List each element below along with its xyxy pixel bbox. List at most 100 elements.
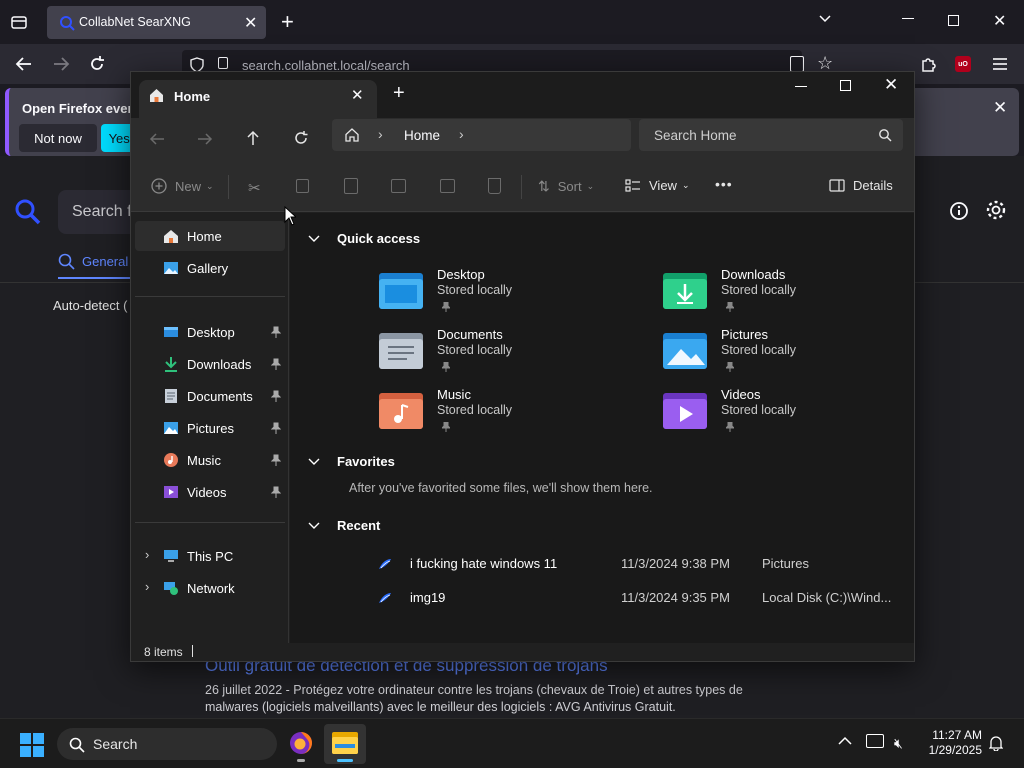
quick-access-desktop[interactable]: Desktop Stored locally [379, 267, 629, 323]
nav-item-this-pc[interactable]: › This PC [135, 541, 285, 571]
recent-file-location: Local Disk (C:)\Wind... [762, 590, 892, 605]
recent-file-row[interactable]: img19 11/3/2024 9:35 PM Local Disk (C:)\… [378, 586, 898, 610]
expand-chevron-icon[interactable]: › [145, 579, 149, 594]
settings-gear-icon[interactable] [985, 199, 1007, 221]
more-options-icon[interactable]: ••• [715, 176, 733, 192]
pin-icon [442, 302, 450, 312]
cut-icon[interactable]: ✂ [248, 179, 261, 197]
nav-item-pictures[interactable]: Pictures [135, 413, 285, 443]
pin-icon [726, 302, 734, 312]
forward-icon[interactable] [52, 56, 70, 72]
explorer-refresh-icon[interactable] [293, 130, 309, 146]
nav-item-gallery[interactable]: Gallery [135, 253, 285, 283]
general-tab-label: General [82, 254, 129, 269]
recent-title: Recent [337, 518, 381, 533]
nav-network-icon [164, 582, 178, 595]
explorer-tab[interactable]: Home ✕ [139, 80, 377, 118]
show-hidden-icons-chevron-icon[interactable] [838, 736, 852, 746]
paste-icon[interactable] [344, 178, 358, 194]
nav-item-documents[interactable]: Documents [135, 381, 285, 411]
auto-detect-select[interactable]: Auto-detect ( [53, 298, 127, 313]
firefox-taskbar-icon[interactable] [289, 731, 313, 762]
explorer-forward-icon[interactable] [197, 132, 213, 146]
info-icon[interactable] [949, 201, 969, 221]
sort-button[interactable]: ⇅ Sort ⌄ [538, 178, 594, 195]
explorer-taskbar-button[interactable] [324, 724, 366, 764]
ff-minimize-button[interactable] [902, 18, 914, 19]
menu-icon[interactable] [992, 57, 1008, 71]
explorer-new-tab-button[interactable]: + [393, 82, 405, 105]
explorer-back-icon[interactable] [149, 132, 165, 146]
nav-item-home[interactable]: Home [135, 221, 285, 251]
tab-list-icon[interactable] [10, 13, 28, 31]
share-icon[interactable] [440, 179, 455, 193]
volume-muted-icon[interactable]: 🔇︎ [894, 735, 903, 752]
expand-chevron-icon[interactable]: › [145, 547, 149, 562]
search-placeholder: Search f [72, 203, 132, 220]
nav-item-downloads[interactable]: Downloads [135, 349, 285, 379]
explorer-search-box[interactable]: Search Home [639, 119, 903, 151]
explorer-tab-close-icon[interactable]: ✕ [351, 86, 364, 104]
nav-item-desktop[interactable]: Desktop [135, 317, 285, 347]
ff-close-button[interactable]: ✕ [993, 11, 1006, 31]
view-list-icon [625, 178, 640, 192]
address-bar[interactable]: › Home › [332, 119, 631, 151]
copy-icon[interactable] [296, 179, 309, 193]
browser-tab[interactable]: CollabNet SearXNG ✕ [47, 6, 266, 39]
pin-icon [271, 454, 281, 466]
nav-separator [135, 522, 285, 523]
quick-access-downloads[interactable]: Downloads Stored locally [663, 267, 913, 323]
quick-access-documents[interactable]: Documents Stored locally [379, 327, 629, 383]
list-all-tabs-icon[interactable] [818, 12, 832, 26]
clock[interactable]: 11:27 AM 1/29/2025 [920, 728, 982, 758]
extensions-icon[interactable] [920, 55, 938, 73]
details-button[interactable]: Details [829, 178, 893, 193]
network-monitor-icon[interactable] [866, 734, 884, 748]
tab-close-icon[interactable]: ✕ [244, 13, 257, 33]
explorer-maximize-button[interactable] [840, 80, 851, 91]
nav-item-videos[interactable]: Videos [135, 477, 285, 507]
nav-item-network[interactable]: › Network [135, 573, 285, 603]
recent-file-row[interactable] [378, 618, 898, 642]
item-name: Documents [437, 327, 503, 342]
search-input[interactable]: Search f [58, 190, 138, 234]
nav-item-music[interactable]: Music [135, 445, 285, 475]
reader-view-icon[interactable] [790, 56, 804, 72]
rename-icon[interactable] [391, 179, 406, 193]
quick-access-music[interactable]: Music Stored locally [379, 387, 629, 443]
nav-downloads-label: Downloads [187, 356, 252, 372]
recent-header[interactable]: Recent [308, 518, 380, 533]
ff-restore-button[interactable] [948, 15, 959, 26]
explorer-up-icon[interactable] [246, 130, 260, 146]
notification-bell-icon[interactable] [989, 735, 1003, 751]
ublock-icon[interactable]: uO [955, 56, 971, 72]
start-button-icon[interactable] [20, 733, 44, 757]
not-now-button[interactable]: Not now [19, 124, 97, 152]
view-button[interactable]: View ⌄ [625, 178, 690, 193]
quick-access-videos[interactable]: Videos Stored locally [663, 387, 913, 443]
breadcrumb-home[interactable]: Home [404, 128, 440, 143]
favorites-empty-message: After you've favorited some files, we'll… [349, 481, 653, 495]
explorer-title-bar: Home ✕ + ✕ [131, 72, 914, 118]
pin-icon [271, 390, 281, 402]
quick-access-header[interactable]: Quick access [308, 231, 420, 246]
active-indicator [337, 759, 353, 762]
breadcrumb-next-chevron-icon[interactable]: › [459, 126, 464, 142]
favorites-header[interactable]: Favorites [308, 454, 395, 469]
new-tab-button[interactable]: + [281, 9, 294, 35]
details-button-label: Details [853, 178, 893, 193]
explorer-command-bar: New ⌄ ✂ ⇅ Sort ⌄ View ⌄ ••• Details [131, 162, 914, 212]
notice-close-icon[interactable]: ✕ [993, 98, 1007, 118]
item-status: Stored locally [721, 283, 797, 297]
recent-file-name: i fucking hate windows 11 [410, 556, 558, 571]
delete-icon[interactable] [488, 178, 501, 194]
quick-access-pictures[interactable]: Pictures Stored locally [663, 327, 913, 383]
explorer-minimize-button[interactable] [795, 86, 807, 87]
new-button[interactable]: New ⌄ [151, 178, 214, 194]
recent-file-row[interactable]: i fucking hate windows 11 11/3/2024 9:38… [378, 552, 898, 576]
taskbar-search-box[interactable]: Search [57, 728, 277, 760]
back-icon[interactable] [15, 56, 33, 72]
explorer-close-button[interactable]: ✕ [884, 75, 898, 95]
reload-icon[interactable] [88, 55, 106, 73]
downloads-folder-icon [663, 273, 707, 309]
